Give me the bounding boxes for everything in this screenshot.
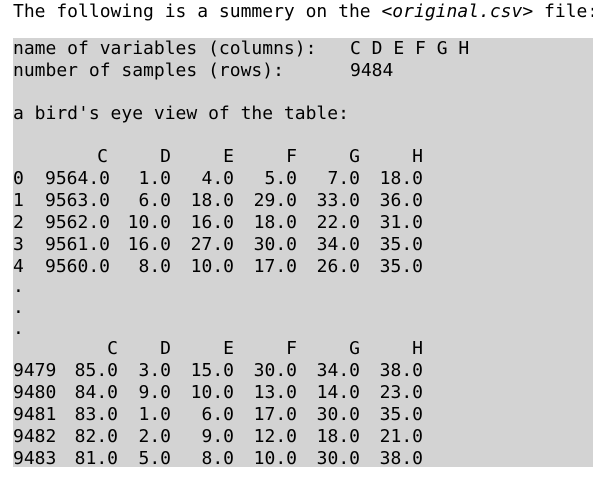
table-cell: 5.0 <box>264 168 297 189</box>
column-header: C <box>97 146 108 167</box>
table-cell: 9.0 <box>138 382 171 403</box>
table-cell: 18.0 <box>190 190 234 211</box>
ellipsis-dot: . <box>13 297 24 318</box>
table-cell: 1.0 <box>138 168 171 189</box>
table-cell: 18.0 <box>253 212 297 233</box>
table-cell: 9564.0 <box>45 168 111 189</box>
column-header: H <box>412 146 423 167</box>
table-cell: 35.0 <box>379 404 423 425</box>
table-cell: 6.0 <box>138 190 171 211</box>
table-cell: 30.0 <box>316 404 360 425</box>
table-cell: 9561.0 <box>45 234 111 255</box>
table-cell: 1.0 <box>138 404 171 425</box>
table-cell: 23.0 <box>379 382 423 403</box>
table-cell: 36.0 <box>379 190 423 211</box>
row-index: 4 <box>13 256 24 277</box>
table-cell: 26.0 <box>316 256 360 277</box>
variables-line: name of variables (columns): C D E F G H <box>13 38 469 60</box>
table-cell: 15.0 <box>190 360 234 381</box>
table-cell: 35.0 <box>379 234 423 255</box>
intro-filename: <original.csv> <box>381 1 534 22</box>
table-cell: 29.0 <box>253 190 297 211</box>
table-cell: 9560.0 <box>45 256 111 277</box>
table-cell: 34.0 <box>316 234 360 255</box>
table-cell: 38.0 <box>379 448 423 469</box>
column-header: D <box>160 146 171 167</box>
intro-suffix: file: <box>533 1 593 22</box>
row-index: 9479 <box>13 360 57 381</box>
ellipsis-dot: . <box>13 318 24 339</box>
samples-line: number of samples (rows): 9484 <box>13 60 393 82</box>
table-cell: 18.0 <box>379 168 423 189</box>
column-header: G <box>349 146 360 167</box>
table-cell: 30.0 <box>253 360 297 381</box>
table-cell: 10.0 <box>190 382 234 403</box>
table-cell: 10.0 <box>190 256 234 277</box>
ellipsis-dot: . <box>13 276 24 297</box>
table-cell: 7.0 <box>327 168 360 189</box>
table-cell: 6.0 <box>201 404 234 425</box>
table-cell: 22.0 <box>316 212 360 233</box>
table-cell: 10.0 <box>127 212 171 233</box>
row-index: 9482 <box>13 426 57 447</box>
intro-line: The following is a summery on the <origi… <box>13 0 593 23</box>
table-cell: 13.0 <box>253 382 297 403</box>
column-header: H <box>412 338 423 359</box>
table-cell: 31.0 <box>379 212 423 233</box>
birds-eye-line: a bird's eye view of the table: <box>13 103 349 125</box>
table-cell: 34.0 <box>316 360 360 381</box>
table-cell: 27.0 <box>190 234 234 255</box>
table-cell: 4.0 <box>201 168 234 189</box>
intro-prefix: The following is a summery on the <box>13 1 382 22</box>
summary-box: name of variables (columns): C D E F G H… <box>13 38 593 469</box>
row-index: 1 <box>13 190 24 211</box>
row-index: 9483 <box>13 448 57 469</box>
column-header: F <box>286 338 297 359</box>
table-cell: 30.0 <box>316 448 360 469</box>
table-cell: 21.0 <box>379 426 423 447</box>
table-cell: 18.0 <box>316 426 360 447</box>
row-index: 0 <box>13 168 24 189</box>
table-cell: 9563.0 <box>45 190 111 211</box>
table-cell: 8.0 <box>201 448 234 469</box>
row-index: 9481 <box>13 404 57 425</box>
variables-label: name of variables (columns): <box>13 38 317 59</box>
column-header: E <box>223 146 234 167</box>
table-cell: 17.0 <box>253 256 297 277</box>
table-cell: 33.0 <box>316 190 360 211</box>
column-header: G <box>349 338 360 359</box>
column-header: E <box>223 338 234 359</box>
column-header: D <box>160 338 171 359</box>
table-cell: 12.0 <box>253 426 297 447</box>
table-cell: 17.0 <box>253 404 297 425</box>
table-cell: 5.0 <box>138 448 171 469</box>
table-cell: 16.0 <box>127 234 171 255</box>
column-header: F <box>286 146 297 167</box>
table-cell: 35.0 <box>379 256 423 277</box>
table-cell: 9.0 <box>201 426 234 447</box>
table-cell: 8.0 <box>138 256 171 277</box>
birds-eye-label: a bird's eye view of the table: <box>13 103 349 124</box>
table-cell: 3.0 <box>138 360 171 381</box>
table-cell: 2.0 <box>138 426 171 447</box>
variables-value: C D E F G H <box>350 38 470 59</box>
samples-value: 9484 <box>350 60 394 81</box>
table-cell: 38.0 <box>379 360 423 381</box>
table-cell: 9562.0 <box>45 212 111 233</box>
table-cell: 10.0 <box>253 448 297 469</box>
row-index: 9480 <box>13 382 57 403</box>
table-cell: 16.0 <box>190 212 234 233</box>
samples-label: number of samples (rows): <box>13 60 284 81</box>
row-index: 3 <box>13 234 24 255</box>
table-cell: 14.0 <box>316 382 360 403</box>
table-cell: 30.0 <box>253 234 297 255</box>
row-index: 2 <box>13 212 24 233</box>
